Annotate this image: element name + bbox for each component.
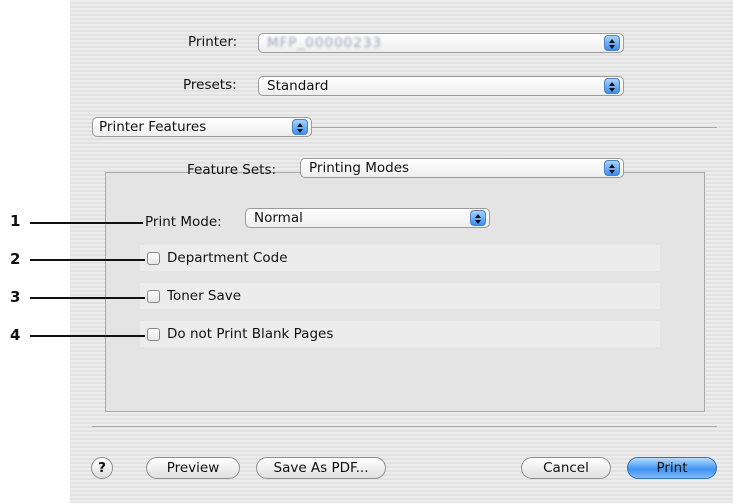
preview-button[interactable]: Preview — [146, 457, 240, 479]
callout-number: 3 — [10, 288, 21, 306]
print-button[interactable]: Print — [627, 457, 717, 479]
callout-line — [30, 335, 145, 337]
printer-label: Printer: — [188, 34, 238, 50]
blank-pages-label: Do not Print Blank Pages — [167, 326, 334, 342]
pane-popup[interactable]: Printer Features — [92, 117, 312, 137]
toner-save-checkbox[interactable] — [147, 290, 160, 303]
feature-sets-popup[interactable]: Printing Modes — [300, 158, 624, 178]
print-mode-value: Normal — [254, 210, 303, 226]
popup-arrows-icon — [292, 119, 308, 135]
save-as-pdf-button[interactable]: Save As PDF... — [256, 457, 386, 479]
pane-separator — [312, 127, 717, 128]
bottom-separator — [92, 426, 717, 427]
feature-sets-label: Feature Sets: — [187, 162, 277, 178]
popup-arrows-icon — [604, 35, 620, 51]
printer-popup[interactable]: MFP_00000233 — [258, 33, 624, 53]
callout-number: 4 — [10, 326, 21, 344]
callout-line — [30, 297, 145, 299]
callout-number: 2 — [10, 250, 21, 268]
presets-popup[interactable]: Standard — [258, 76, 624, 96]
cancel-button[interactable]: Cancel — [521, 457, 611, 479]
toner-save-label: Toner Save — [167, 288, 242, 304]
callout-line — [30, 259, 145, 261]
department-code-checkbox[interactable] — [147, 252, 160, 265]
popup-arrows-icon — [604, 160, 620, 176]
callout-number: 1 — [10, 212, 21, 230]
department-code-label: Department Code — [167, 250, 288, 266]
popup-arrows-icon — [470, 210, 486, 226]
presets-value: Standard — [267, 78, 329, 94]
presets-label: Presets: — [183, 77, 237, 93]
feature-sets-value: Printing Modes — [309, 160, 410, 176]
help-button[interactable]: ? — [91, 457, 113, 479]
blank-pages-checkbox[interactable] — [147, 328, 160, 341]
callout-line — [30, 222, 143, 224]
popup-arrows-icon — [604, 78, 620, 94]
print-mode-popup[interactable]: Normal — [245, 208, 490, 228]
print-mode-label: Print Mode: — [145, 214, 222, 230]
pane-value: Printer Features — [99, 119, 207, 135]
printer-value: MFP_00000233 — [267, 35, 383, 51]
